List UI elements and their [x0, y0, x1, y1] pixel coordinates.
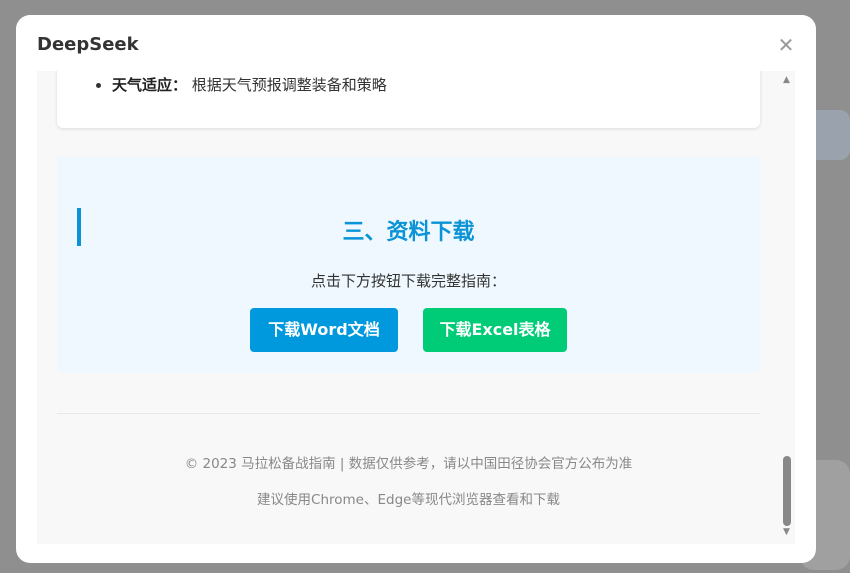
download-excel-button[interactable]: 下载Excel表格 [423, 308, 567, 352]
download-word-button[interactable]: 下载Word文档 [250, 308, 398, 352]
scrollbar-thumb[interactable] [783, 456, 791, 526]
section-title: 三、资料下载 [342, 220, 475, 245]
dialog: DeepSeek ✕ 天气适应： 根据天气预报调整装备和策略 三、资料下载 点击… [16, 15, 816, 563]
section-subtitle: 点击下方按钮下载完整指南： [310, 272, 506, 290]
list-item-label: 天气适应： [112, 76, 188, 94]
scroll-down-icon[interactable]: ▼ [783, 527, 790, 537]
tips-card: 天气适应： 根据天气预报调整装备和策略 [57, 71, 760, 128]
close-icon[interactable]: ✕ [776, 35, 796, 55]
download-section: 三、资料下载 点击下方按钮下载完整指南： 下载Word文档 下载Excel表格 [57, 157, 760, 373]
list-item: 天气适应： 根据天气预报调整装备和策略 [112, 74, 387, 95]
dialog-title: DeepSeek [37, 34, 139, 55]
divider [57, 413, 760, 414]
list-item-text: 根据天气预报调整装备和策略 [191, 76, 387, 94]
scroll-up-icon[interactable]: ▲ [783, 75, 790, 85]
footer-copyright: © 2023 马拉松备战指南 | 数据仅供参考，请以中国田径协会官方公布为准 [184, 456, 633, 472]
scrollbar[interactable]: ▲ ▼ [780, 71, 795, 544]
footer-browser-note: 建议使用Chrome、Edge等现代浏览器查看和下载 [257, 492, 560, 508]
dialog-content: 天气适应： 根据天气预报调整装备和策略 三、资料下载 点击下方按钮下载完整指南：… [37, 71, 795, 544]
